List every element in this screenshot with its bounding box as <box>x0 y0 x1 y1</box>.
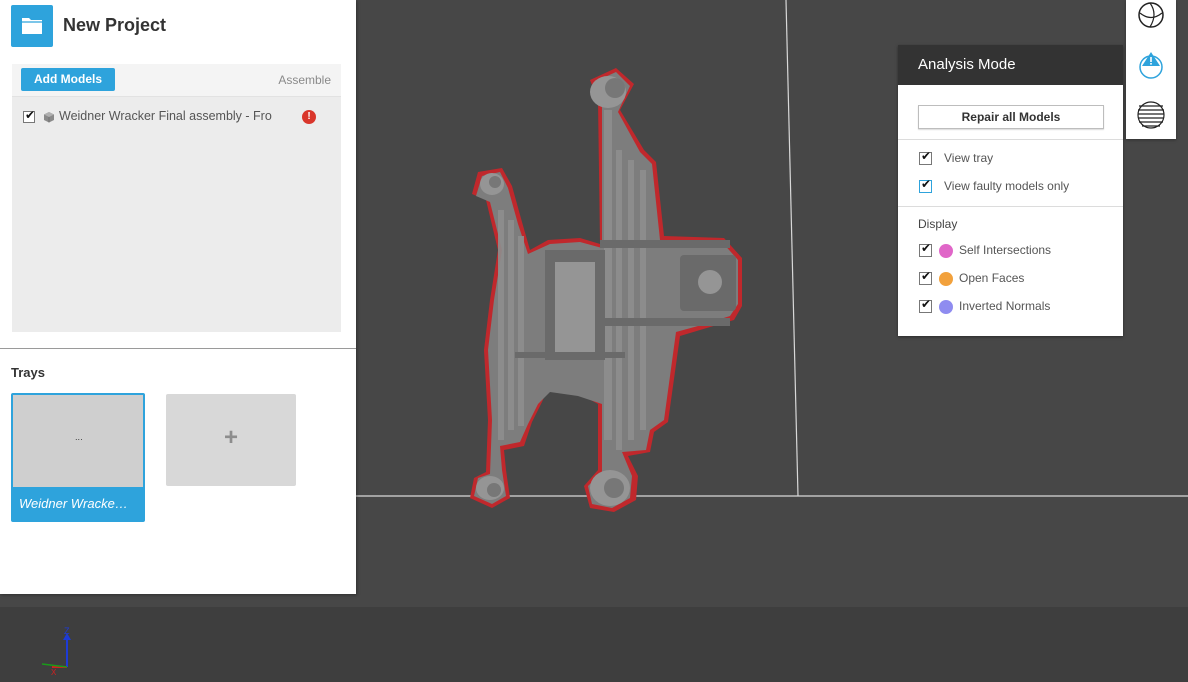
cube-icon <box>44 112 54 123</box>
models-list: Add Models Assemble ✔ Weidner Wracker Fi… <box>12 64 341 332</box>
display-heading: Display <box>918 217 958 231</box>
project-title[interactable]: New Project <box>63 15 166 36</box>
inverted-normals-checkbox[interactable]: ✔ <box>919 297 932 313</box>
tray-card[interactable]: ... Weidner Wracke… <box>11 393 145 522</box>
self-intersections-option[interactable]: ✔ Self Intersections <box>919 241 1119 259</box>
tray-thumb-text: ... <box>75 433 83 442</box>
error-icon[interactable]: ! <box>302 110 316 124</box>
axis-x-label: X <box>51 668 57 677</box>
add-models-button[interactable]: Add Models <box>21 68 115 91</box>
model-checkbox[interactable]: ✔ <box>23 108 35 123</box>
axis-z-label: Z <box>64 626 70 636</box>
tray-edge-side <box>785 0 799 497</box>
view-faulty-label: View faulty models only <box>944 179 1070 193</box>
tray-thumbnail: ... <box>13 395 143 487</box>
view-faulty-option[interactable]: ✔ View faulty models only <box>919 177 1119 195</box>
view-tray-label: View tray <box>944 151 994 165</box>
analysis-panel: Analysis Mode Repair all Models ✔ View t… <box>898 45 1123 336</box>
model-row[interactable]: ✔ Weidner Wracker Final assembly - Fro ! <box>12 106 341 128</box>
analysis-warning-icon[interactable] <box>1136 50 1166 80</box>
slice-layers-icon[interactable] <box>1136 100 1166 130</box>
inverted-normals-option[interactable]: ✔ Inverted Normals <box>919 297 1119 315</box>
plus-icon: + <box>223 424 238 451</box>
open-faces-color-dot <box>939 272 953 286</box>
assemble-button[interactable]: Assemble <box>278 73 331 87</box>
models-toolbar: Add Models Assemble <box>12 64 341 97</box>
model-leaf-spring-assembly <box>470 68 742 512</box>
view-tray-checkbox[interactable]: ✔ <box>919 149 932 165</box>
self-intersections-color-dot <box>939 244 953 258</box>
inverted-normals-label: Inverted Normals <box>959 299 1051 313</box>
self-intersections-checkbox[interactable]: ✔ <box>919 241 932 257</box>
panel-divider <box>0 348 356 349</box>
model-name: Weidner Wracker Final assembly - Fro <box>59 109 272 123</box>
analysis-header: Analysis Mode <box>898 45 1123 85</box>
tray-name: Weidner Wracke… <box>19 496 128 511</box>
open-faces-option[interactable]: ✔ Open Faces <box>919 269 1119 287</box>
folder-icon[interactable] <box>11 5 53 47</box>
separator <box>898 139 1123 140</box>
separator <box>898 206 1123 207</box>
repair-all-button[interactable]: Repair all Models <box>918 105 1104 129</box>
view-toolbar <box>1126 0 1176 139</box>
sphere-view-icon[interactable] <box>1136 0 1166 30</box>
self-intersections-label: Self Intersections <box>959 243 1052 257</box>
inverted-normals-color-dot <box>939 300 953 314</box>
analysis-title: Analysis Mode <box>918 56 1016 73</box>
axis-gizmo: Z X <box>41 626 71 677</box>
view-faulty-checkbox[interactable]: ✔ <box>919 177 932 193</box>
trays-heading: Trays <box>11 365 45 380</box>
open-faces-label: Open Faces <box>959 271 1025 285</box>
view-tray-option[interactable]: ✔ View tray <box>919 149 1119 167</box>
project-panel: New Project Add Models Assemble ✔ Weidne… <box>0 0 356 594</box>
add-tray-button[interactable]: + <box>166 394 296 486</box>
open-faces-checkbox[interactable]: ✔ <box>919 269 932 285</box>
